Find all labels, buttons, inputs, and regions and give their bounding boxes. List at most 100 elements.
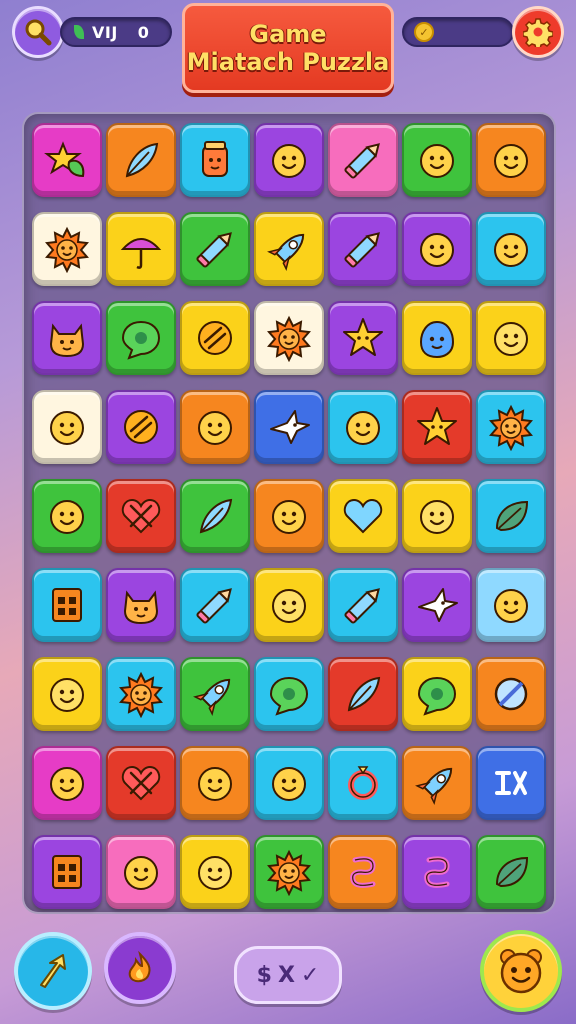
sun-face-icon	[119, 671, 163, 718]
heart-x-icon	[121, 765, 161, 801]
game-tile[interactable]	[106, 568, 176, 642]
game-tile[interactable]	[180, 657, 250, 731]
arrow-booster-button[interactable]	[14, 932, 92, 1010]
game-tile[interactable]	[180, 212, 250, 286]
game-tile[interactable]	[106, 657, 176, 731]
game-tile[interactable]	[476, 657, 546, 731]
game-tile[interactable]	[402, 657, 472, 731]
game-tile[interactable]	[254, 390, 324, 464]
game-tile[interactable]	[180, 390, 250, 464]
game-tile[interactable]	[254, 212, 324, 286]
game-tile[interactable]	[476, 746, 546, 820]
rocket-icon	[193, 678, 231, 716]
leaf-icon	[495, 856, 529, 888]
jar-face-icon	[202, 141, 228, 177]
leaf-star-icon	[44, 141, 85, 178]
game-tile[interactable]	[476, 568, 546, 642]
game-tile[interactable]	[328, 657, 398, 731]
game-tile[interactable]	[328, 835, 398, 909]
settings-button[interactable]	[512, 6, 564, 58]
game-tile[interactable]	[476, 390, 546, 464]
game-tile[interactable]	[254, 479, 324, 553]
game-tile[interactable]	[32, 301, 102, 375]
game-tile[interactable]	[402, 212, 472, 286]
score-label: VIJ	[92, 22, 118, 42]
bubble-icon	[417, 676, 457, 716]
game-tile[interactable]	[402, 301, 472, 375]
game-tile[interactable]	[32, 657, 102, 731]
shuffle-symbol-2: X	[277, 962, 295, 988]
shuffle-symbol-1: $	[256, 962, 272, 988]
game-tile[interactable]	[180, 479, 250, 553]
game-tile[interactable]	[328, 301, 398, 375]
game-tile[interactable]	[476, 212, 546, 286]
smiley-icon	[198, 856, 232, 890]
game-tile[interactable]	[476, 479, 546, 553]
title-line-2: Miatach Puzzla	[186, 48, 390, 76]
game-tile[interactable]	[180, 123, 250, 197]
game-tile[interactable]	[180, 568, 250, 642]
game-tile[interactable]	[106, 212, 176, 286]
star-face-icon	[417, 407, 457, 445]
game-tile[interactable]	[254, 568, 324, 642]
game-tile[interactable]	[32, 479, 102, 553]
game-tile[interactable]	[254, 835, 324, 909]
game-tile[interactable]	[402, 835, 472, 909]
smiley-icon	[420, 144, 454, 178]
feather-icon	[125, 142, 159, 178]
game-tile[interactable]	[32, 835, 102, 909]
swirl-icon	[350, 856, 376, 888]
game-tile[interactable]	[402, 479, 472, 553]
feather-icon	[199, 498, 233, 534]
game-tile[interactable]	[476, 835, 546, 909]
game-tile[interactable]	[402, 390, 472, 464]
shuffle-button[interactable]: $ X ✓	[234, 946, 342, 1004]
flame-booster-button[interactable]	[104, 932, 176, 1004]
game-tile[interactable]	[254, 746, 324, 820]
game-tile[interactable]	[254, 657, 324, 731]
cat-face-icon	[123, 590, 159, 625]
game-tile[interactable]	[32, 390, 102, 464]
umbrella-icon	[120, 238, 162, 269]
character-button[interactable]	[480, 930, 562, 1012]
game-tile[interactable]	[254, 301, 324, 375]
game-tile[interactable]	[106, 123, 176, 197]
game-tile[interactable]	[180, 746, 250, 820]
game-tile[interactable]	[328, 568, 398, 642]
heart-icon	[343, 498, 383, 534]
star-face-icon	[343, 318, 383, 356]
game-tile[interactable]	[106, 390, 176, 464]
game-tile[interactable]	[180, 835, 250, 909]
no-sign-icon	[494, 677, 528, 711]
game-tile[interactable]	[402, 746, 472, 820]
swirl-icon	[424, 856, 450, 888]
game-tile[interactable]	[32, 123, 102, 197]
game-tile[interactable]	[106, 746, 176, 820]
game-tile[interactable]	[254, 123, 324, 197]
creature-face-icon	[500, 949, 542, 994]
game-tile[interactable]	[106, 479, 176, 553]
title-line-1: Game	[249, 20, 327, 48]
game-tile[interactable]	[328, 746, 398, 820]
game-tile[interactable]	[328, 479, 398, 553]
game-tile[interactable]	[106, 301, 176, 375]
smiley-icon	[272, 144, 306, 178]
game-tile[interactable]	[402, 568, 472, 642]
game-tile[interactable]	[328, 123, 398, 197]
sun-face-icon	[489, 404, 533, 451]
search-button[interactable]	[12, 6, 64, 58]
game-tile[interactable]	[32, 212, 102, 286]
game-tile[interactable]	[106, 835, 176, 909]
game-tile[interactable]	[328, 212, 398, 286]
smiley-icon	[50, 767, 84, 801]
smiley-icon	[198, 767, 232, 801]
game-tile[interactable]	[476, 123, 546, 197]
game-tile[interactable]	[328, 390, 398, 464]
game-tile[interactable]	[476, 301, 546, 375]
game-tile[interactable]	[32, 568, 102, 642]
smiley-icon	[50, 500, 84, 534]
bubble-icon	[269, 676, 309, 716]
game-tile[interactable]	[32, 746, 102, 820]
game-tile[interactable]	[402, 123, 472, 197]
game-tile[interactable]	[180, 301, 250, 375]
